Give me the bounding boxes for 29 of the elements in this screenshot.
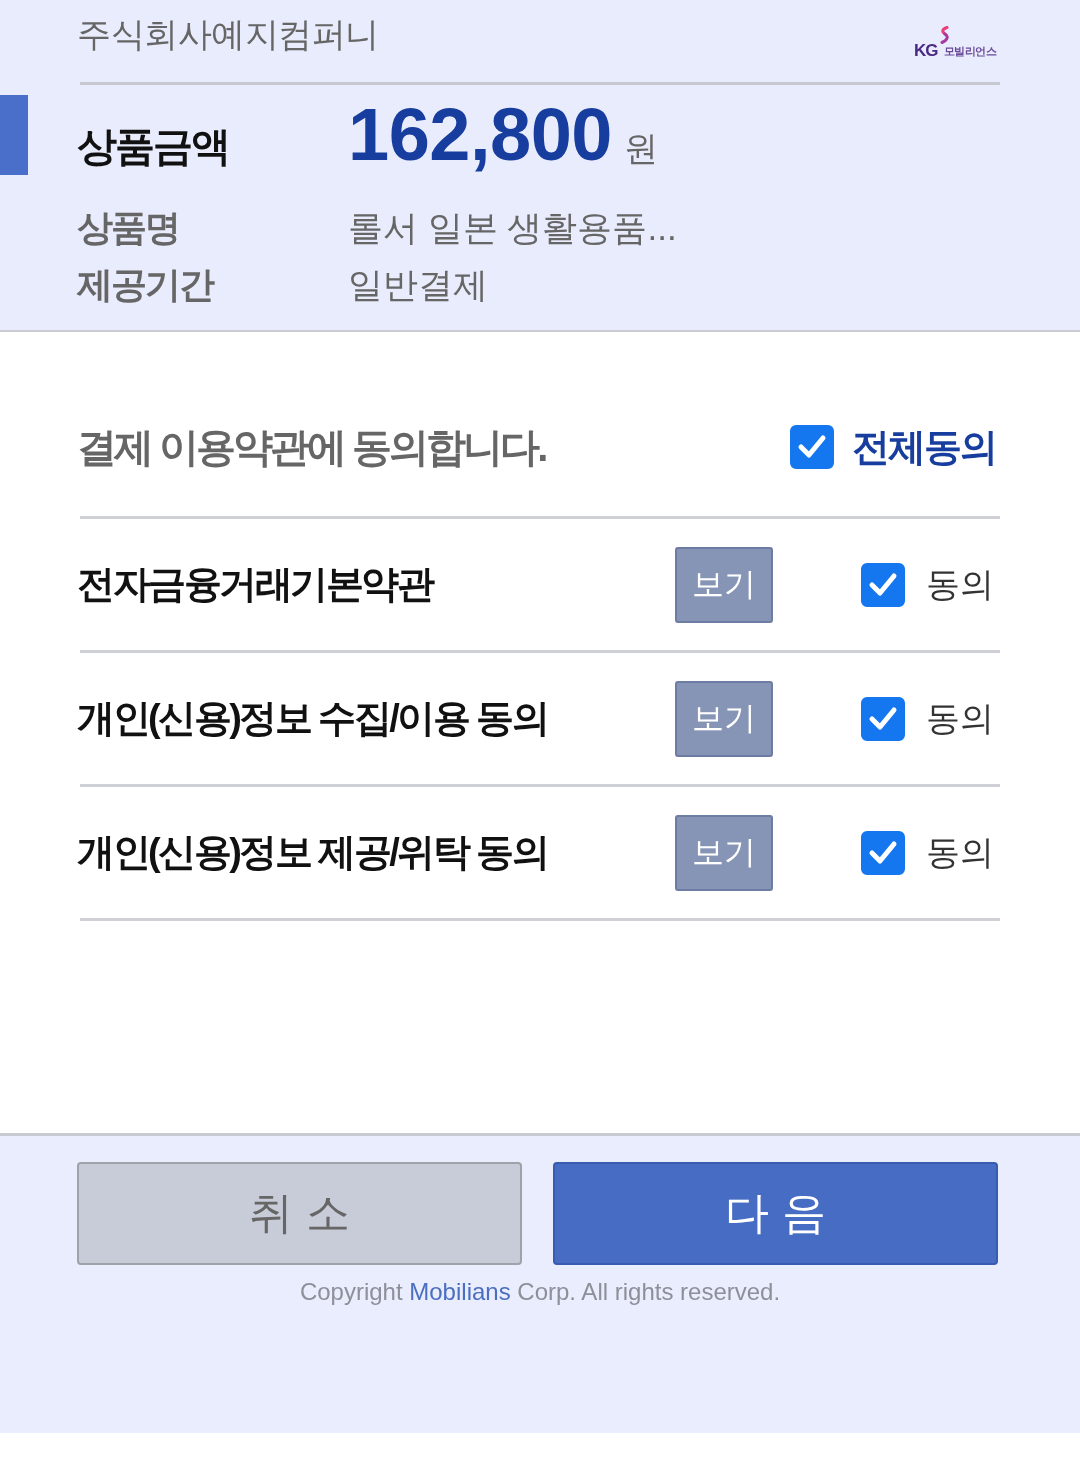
logo-text: KG (914, 42, 938, 60)
checkbox[interactable] (790, 425, 834, 469)
agree-label[interactable]: 동의 (926, 695, 994, 742)
term-title: 전자금융거래기본약관 (77, 562, 434, 607)
logo-text: 모빌리언스 (943, 44, 996, 58)
next-button[interactable]: 다 음 (553, 1162, 998, 1265)
currency-unit: 원 (624, 128, 658, 169)
copyright-text: Copyright Mobilians Corp. All rights reserved. (299, 1277, 781, 1307)
detail-value: 일반결제 (348, 264, 488, 306)
cancel-button[interactable]: 취 소 (77, 1162, 522, 1265)
amount-value: 162,800 (348, 95, 612, 175)
detail-label: 상품명 (77, 206, 180, 250)
agreement-title: 결제 이용약관에 동의합니다. (77, 423, 546, 471)
agree-label[interactable]: 동의 (926, 561, 994, 608)
amount-label: 상품금액 (77, 123, 230, 170)
detail-label: 제공기간 (77, 263, 215, 307)
checkbox[interactable] (861, 562, 905, 607)
term-title: 개인(신용)정보 수집/이용 동의 (77, 696, 549, 741)
checkbox[interactable] (861, 696, 905, 741)
checkbox[interactable] (861, 830, 905, 875)
view-button[interactable]: 보기 (675, 680, 773, 757)
agree-all-label[interactable]: 전체동의 (852, 421, 996, 473)
term-title: 개인(신용)정보 제공/위탁 동의 (77, 830, 549, 875)
company-name: 주식회사예지컴퍼니 (77, 14, 379, 55)
view-button[interactable]: 보기 (675, 546, 773, 623)
ribbon-icon (938, 26, 950, 44)
view-button[interactable]: 보기 (675, 814, 773, 891)
agree-label[interactable]: 동의 (926, 829, 994, 876)
detail-value: 롤서 일본 생활용품... (348, 207, 677, 249)
